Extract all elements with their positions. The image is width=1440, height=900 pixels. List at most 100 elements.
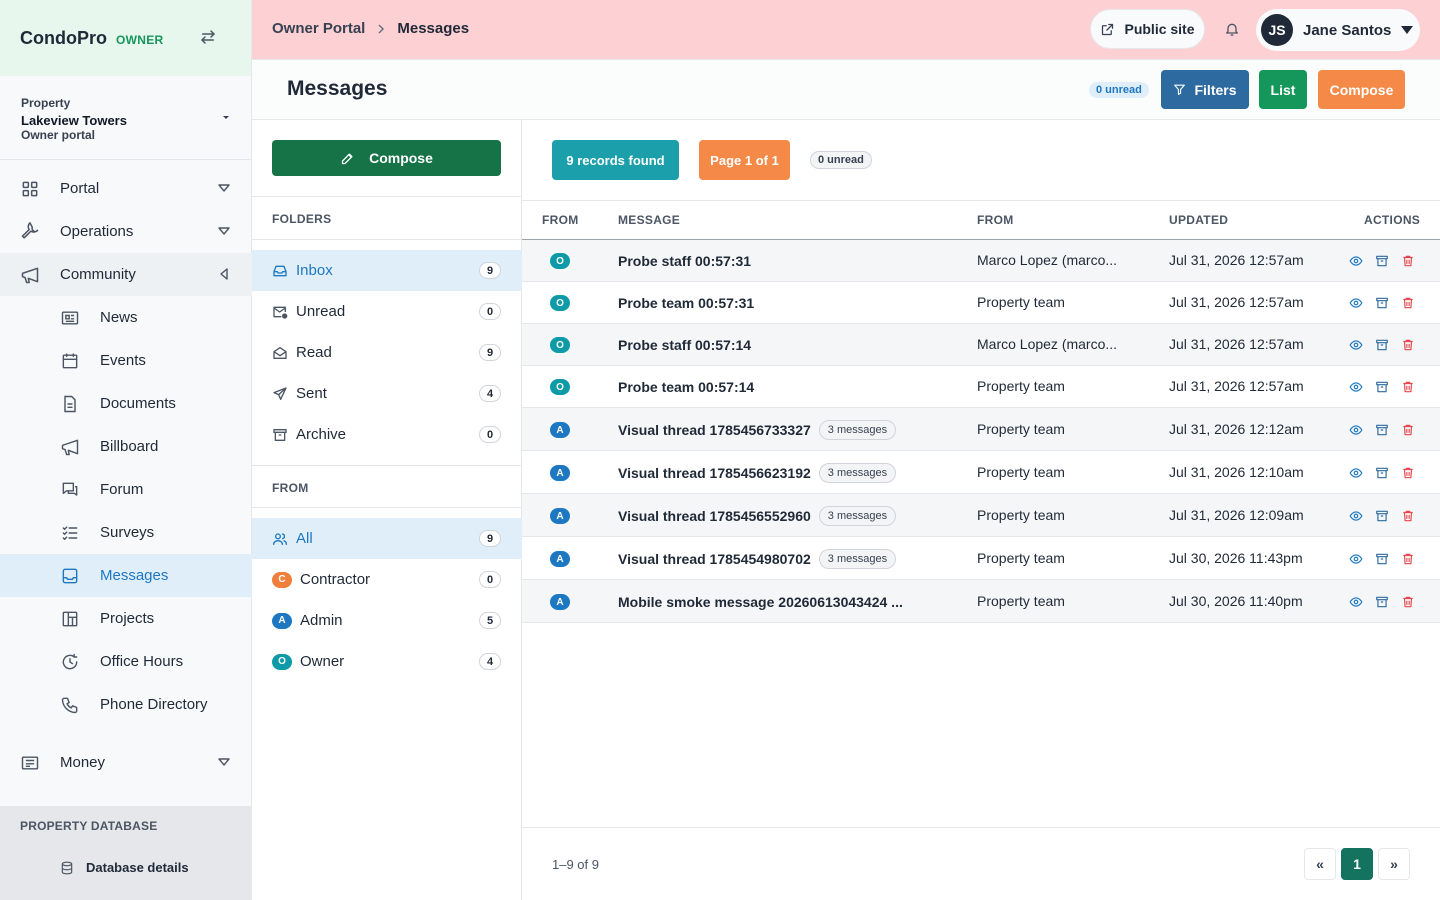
count-badge: 9 — [479, 530, 501, 547]
trash-icon[interactable] — [1401, 380, 1415, 394]
list-button[interactable]: List — [1259, 70, 1307, 109]
folder-sent[interactable]: Sent 4 — [252, 373, 522, 414]
table-row[interactable]: O Probe staff 00:57:31 Marco Lopez (marco.… — [522, 240, 1440, 282]
nav-documents[interactable]: Documents — [0, 382, 252, 425]
nav-money[interactable]: Money — [0, 741, 252, 784]
public-site-button[interactable]: Public site — [1090, 9, 1205, 49]
trash-icon[interactable] — [1401, 466, 1415, 480]
trash-icon[interactable] — [1401, 552, 1415, 566]
sender-badge: O — [550, 295, 570, 311]
nav-community[interactable]: Community — [0, 253, 252, 296]
nav-events[interactable]: Events — [0, 339, 252, 382]
message-updated: Jul 31, 2026 12:09am — [1169, 507, 1304, 523]
message-subject[interactable]: Probe team 00:57:31 — [618, 293, 754, 313]
view-icon[interactable] — [1349, 380, 1363, 394]
table-row[interactable]: A Visual thread 1785456733327 3 messages Pr… — [522, 408, 1440, 451]
archive-icon[interactable] — [1375, 552, 1389, 566]
breadcrumb-current: Messages — [397, 20, 470, 37]
nav-database-details[interactable]: Database details — [0, 833, 252, 875]
archive-icon[interactable] — [1375, 423, 1389, 437]
trash-icon[interactable] — [1401, 338, 1415, 352]
message-subject[interactable]: Mobile smoke message 20260613043424 ... — [618, 592, 903, 612]
breadcrumb-root[interactable]: Owner Portal — [272, 20, 365, 37]
nav-billboard[interactable]: Billboard — [0, 425, 252, 468]
from-contractor[interactable]: C Contractor 0 — [252, 559, 522, 600]
trash-icon[interactable] — [1401, 595, 1415, 609]
folders-title: FOLDERS — [272, 212, 332, 226]
last-page-button[interactable]: » — [1378, 848, 1410, 880]
message-subject[interactable]: Probe staff 00:57:14 — [618, 335, 751, 355]
first-page-button[interactable]: « — [1304, 848, 1336, 880]
col-updated[interactable]: UPDATED — [1169, 213, 1228, 227]
message-subject[interactable]: Visual thread 1785456552960 3 messages — [618, 506, 897, 526]
admin-badge: A — [272, 612, 292, 629]
folder-read[interactable]: Read 9 — [252, 332, 522, 373]
from-admin[interactable]: A Admin 5 — [252, 600, 522, 641]
view-icon[interactable] — [1349, 338, 1363, 352]
view-icon[interactable] — [1349, 509, 1363, 523]
table-row[interactable]: O Probe team 00:57:14 Property team Jul 31,… — [522, 366, 1440, 408]
message-updated: Jul 30, 2026 11:40pm — [1169, 593, 1303, 609]
table-row[interactable]: A Visual thread 1785456552960 3 messages Pr… — [522, 494, 1440, 537]
view-icon[interactable] — [1349, 423, 1363, 437]
folder-unread[interactable]: Unread 0 — [252, 291, 522, 332]
nav-phone-directory[interactable]: Phone Directory — [0, 683, 252, 726]
compose-button[interactable]: Compose — [272, 140, 501, 176]
nav-portal[interactable]: Portal — [0, 167, 252, 210]
trash-icon[interactable] — [1401, 423, 1415, 437]
col-message[interactable]: MESSAGE — [618, 213, 680, 227]
folder-inbox[interactable]: Inbox 9 — [252, 250, 522, 291]
archive-icon[interactable] — [1375, 466, 1389, 480]
page-1-button[interactable]: 1 — [1341, 848, 1373, 880]
archive-icon[interactable] — [1375, 338, 1389, 352]
archive-icon[interactable] — [1375, 509, 1389, 523]
message-count-badge: 3 messages — [818, 506, 897, 526]
nav-office-hours[interactable]: Office Hours — [0, 640, 252, 683]
table-row[interactable]: A Visual thread 1785456623192 3 messages Pr… — [522, 451, 1440, 494]
message-subject-text: Probe team 00:57:14 — [618, 379, 755, 395]
message-subject[interactable]: Probe staff 00:57:31 — [618, 251, 751, 271]
nav-operations[interactable]: Operations — [0, 210, 252, 253]
nav-messages[interactable]: Messages — [0, 554, 252, 597]
message-subject[interactable]: Visual thread 1785456623192 3 messages — [618, 463, 897, 483]
view-icon[interactable] — [1349, 552, 1363, 566]
table-row[interactable]: O Probe staff 00:57:14 Marco Lopez (marco.… — [522, 324, 1440, 366]
nav-surveys[interactable]: Surveys — [0, 511, 252, 554]
nav-projects[interactable]: Projects — [0, 597, 252, 640]
message-subject[interactable]: Visual thread 1785456733327 3 messages — [618, 420, 897, 440]
message-subject[interactable]: Visual thread 1785454980702 3 messages — [618, 549, 897, 569]
archive-icon[interactable] — [1375, 254, 1389, 268]
table-row[interactable]: O Probe team 00:57:31 Property team Jul 31,… — [522, 282, 1440, 324]
col-from[interactable]: FROM — [542, 213, 579, 227]
trash-icon[interactable] — [1401, 296, 1415, 310]
sender-badge: A — [550, 551, 570, 567]
folder-label: Unread — [296, 303, 346, 320]
folder-archive[interactable]: Archive 0 — [252, 414, 522, 455]
from-owner[interactable]: O Owner 4 — [252, 641, 522, 682]
nav-forum[interactable]: Forum — [0, 468, 252, 511]
view-icon[interactable] — [1349, 595, 1363, 609]
table-row[interactable]: A Visual thread 1785454980702 3 messages Pr… — [522, 537, 1440, 580]
compose-header-button[interactable]: Compose — [1318, 70, 1405, 109]
view-icon[interactable] — [1349, 254, 1363, 268]
row-actions — [1349, 423, 1415, 437]
nav-news[interactable]: News — [0, 296, 252, 339]
trash-icon[interactable] — [1401, 509, 1415, 523]
nav-office-hours-label: Office Hours — [100, 653, 184, 670]
from-all[interactable]: All 9 — [252, 518, 522, 559]
table-row[interactable]: A Mobile smoke message 20260613043424 ...… — [522, 580, 1440, 623]
col-from-name[interactable]: FROM — [977, 213, 1014, 227]
swap-icon[interactable] — [199, 28, 217, 46]
message-subject-text: Probe team 00:57:31 — [618, 295, 755, 311]
view-icon[interactable] — [1349, 296, 1363, 310]
bell-icon[interactable] — [1224, 20, 1240, 38]
message-subject[interactable]: Probe team 00:57:14 — [618, 377, 754, 397]
trash-icon[interactable] — [1401, 254, 1415, 268]
property-selector[interactable]: Property Lakeview Towers Owner portal — [0, 76, 251, 160]
filters-button[interactable]: Filters — [1161, 70, 1249, 109]
archive-icon[interactable] — [1375, 595, 1389, 609]
archive-icon[interactable] — [1375, 296, 1389, 310]
archive-icon[interactable] — [1375, 380, 1389, 394]
user-menu[interactable]: JS Jane Santos — [1256, 9, 1420, 51]
view-icon[interactable] — [1349, 466, 1363, 480]
